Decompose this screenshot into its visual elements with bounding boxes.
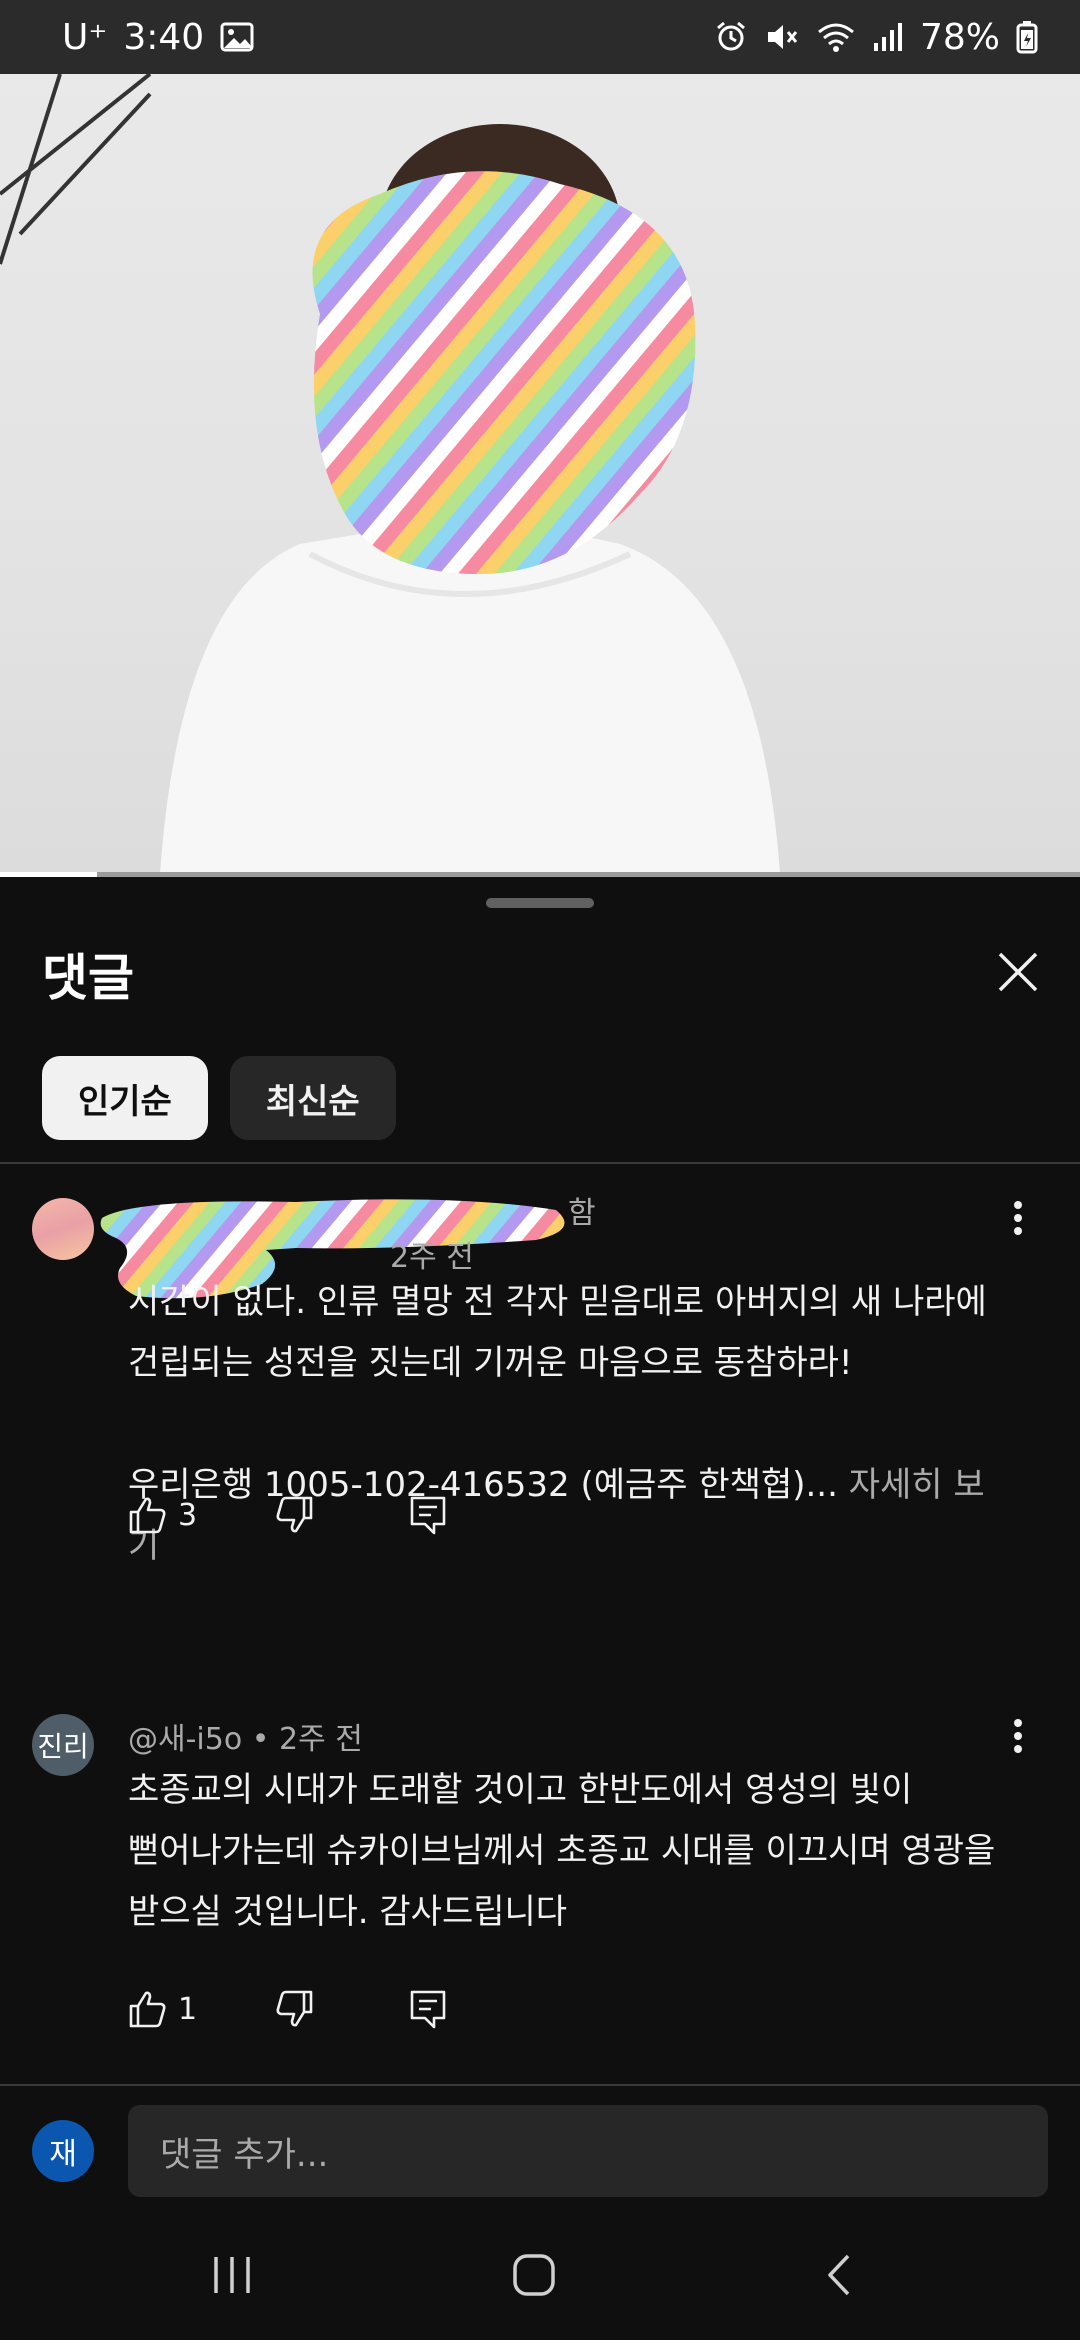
divider	[0, 2084, 1080, 2086]
status-bar: U⁺ 3:40 78%	[0, 0, 1080, 74]
gallery-icon	[220, 22, 254, 52]
video-progress-fill	[0, 872, 98, 877]
reply-button[interactable]	[408, 1988, 448, 2030]
add-comment-input[interactable]: 댓글 추가...	[128, 2105, 1048, 2197]
recents-button[interactable]	[192, 2240, 272, 2310]
thumb-down-icon	[276, 1496, 313, 1533]
reply-icon	[410, 1496, 446, 1535]
back-button[interactable]	[800, 2240, 880, 2310]
battery-icon	[1016, 20, 1038, 54]
like-count: 1	[178, 1991, 198, 2027]
like-button[interactable]: 3	[128, 1495, 274, 1535]
reply-button[interactable]	[408, 1494, 448, 1536]
comment-line: 시간이 없다. 인류 멸망 전 각자 믿음대로 아버지의 새 나라에	[128, 1282, 987, 1322]
thumb-down-icon	[276, 1990, 313, 2027]
battery-percent: 78%	[919, 16, 1000, 58]
video-player[interactable]	[0, 74, 1080, 874]
home-icon	[513, 2254, 555, 2296]
dislike-button[interactable]	[274, 1989, 408, 2029]
comment-author[interactable]: 함	[568, 1188, 596, 1232]
chip-newest[interactable]: 최신순	[229, 1056, 396, 1140]
close-button[interactable]	[990, 944, 1046, 1000]
sheet-title: 댓글	[42, 949, 134, 1007]
comment-author[interactable]: @새-i5o	[128, 1722, 242, 1757]
comment-menu-button[interactable]	[1000, 1712, 1036, 1760]
comment-actions: 1	[128, 1984, 448, 2034]
signal-icon	[872, 21, 904, 53]
comment-body: 초종교의 시대가 도래할 것이고 한반도에서 영성의 빛이 뻗어나가는데 슈카이…	[128, 1760, 1028, 1943]
comment-line: 받으실 것입니다. 감사드립니다	[128, 1892, 568, 1932]
chip-top[interactable]: 인기순	[42, 1056, 208, 1140]
more-vert-icon	[1014, 1719, 1022, 1753]
thumb-up-icon	[129, 1497, 166, 1534]
user-avatar: 재	[32, 2120, 94, 2182]
clock: 3:40	[123, 16, 205, 58]
thumb-up-icon	[129, 1991, 166, 2028]
comment-line: 초종교의 시대가 도래할 것이고 한반도에서 영성의 빛이	[128, 1770, 913, 1810]
comment-line: 건립되는 성전을 짓는데 기꺼운 마음으로 동참하라!	[128, 1343, 853, 1383]
video-frame	[0, 74, 780, 874]
carrier-label: U⁺	[62, 16, 108, 58]
back-icon	[828, 2254, 850, 2296]
alarm-icon	[714, 20, 748, 54]
drag-handle[interactable]	[486, 898, 594, 908]
more-vert-icon	[1014, 1201, 1022, 1235]
divider	[0, 1162, 1080, 1164]
mute-icon	[764, 20, 800, 54]
comment-time: 2주 전	[278, 1722, 363, 1757]
comment-line	[128, 1394, 1008, 1455]
recents-icon	[214, 2257, 250, 2293]
home-button[interactable]	[494, 2240, 574, 2310]
close-icon	[998, 952, 1038, 992]
like-count: 3	[178, 1497, 198, 1533]
avatar[interactable]: 진리	[32, 1714, 94, 1776]
avatar[interactable]	[32, 1198, 94, 1260]
comment-actions: 3	[128, 1490, 448, 1540]
comment-composer: 재 댓글 추가...	[0, 2090, 1080, 2210]
wifi-icon	[816, 20, 856, 54]
comment-line: 뻗어나가는데 슈카이브님께서 초종교 시대를 이끄시며 영광을	[128, 1831, 996, 1871]
dislike-button[interactable]	[274, 1495, 408, 1535]
like-button[interactable]: 1	[128, 1989, 274, 2029]
video-progress-bar[interactable]	[0, 872, 1080, 877]
sort-chips: 인기순 최신순	[42, 1056, 396, 1140]
system-nav-bar	[0, 2210, 1080, 2340]
reply-icon	[410, 1990, 446, 2029]
comment-menu-button[interactable]	[1000, 1194, 1036, 1242]
comment-header: @새-i5o • 2주 전	[128, 1722, 363, 1757]
comment-time: 2주 전	[390, 1240, 474, 1275]
